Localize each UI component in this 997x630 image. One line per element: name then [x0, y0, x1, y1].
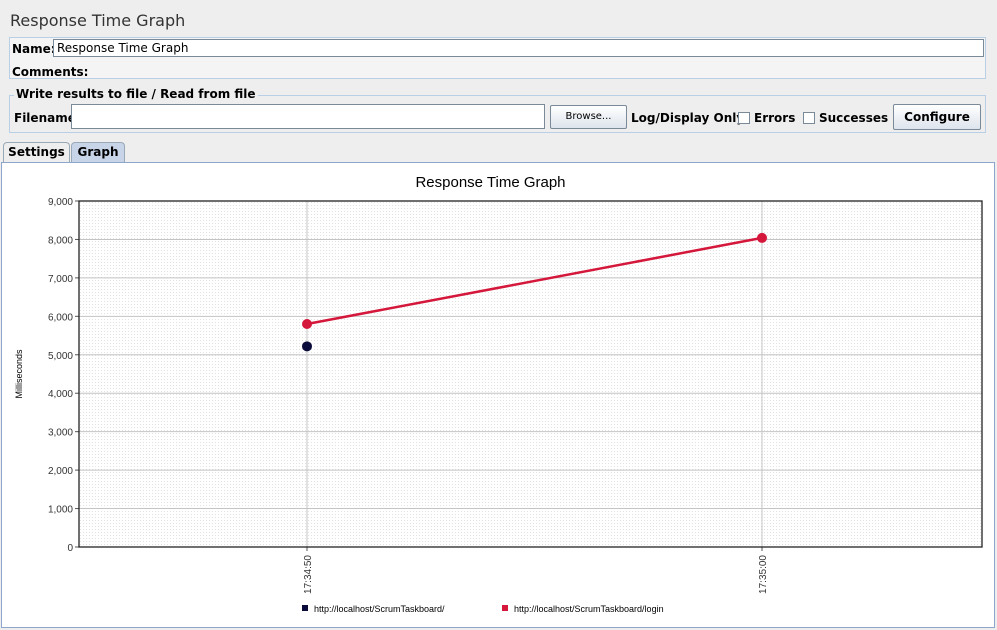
legend-label: http://localhost/ScrumTaskboard/ — [314, 604, 445, 614]
comments-field[interactable] — [80, 60, 985, 78]
y-tick-label: 7,000 — [48, 274, 73, 285]
y-tick-label: 8,000 — [48, 235, 73, 246]
x-tick-label: 17:35:00 — [758, 555, 769, 594]
legend-label: http://localhost/ScrumTaskboard/login — [514, 604, 664, 614]
successes-checkbox[interactable] — [803, 112, 815, 124]
chart-title: Response Time Graph — [415, 174, 565, 191]
successes-label: Successes — [819, 111, 889, 125]
legend-marker — [502, 605, 508, 611]
y-tick-label: 1,000 — [48, 505, 73, 516]
y-tick-label: 4,000 — [48, 389, 73, 400]
configure-button[interactable]: Configure — [893, 104, 981, 130]
x-tick-label: 17:34:50 — [303, 555, 314, 594]
name-comments-box: Name: Response Time Graph Comments: — [9, 37, 986, 79]
y-tick-label: 5,000 — [48, 351, 73, 362]
errors-checkbox[interactable] — [738, 112, 750, 124]
name-label: Name: — [12, 42, 56, 56]
y-tick-label: 3,000 — [48, 428, 73, 439]
page-title: Response Time Graph — [10, 11, 186, 30]
file-group-title: Write results to file / Read from file — [14, 87, 258, 101]
y-tick-label: 2,000 — [48, 466, 73, 477]
data-point — [757, 232, 767, 243]
errors-label: Errors — [754, 111, 796, 125]
filename-input[interactable] — [71, 104, 545, 129]
tab-graph[interactable]: Graph — [71, 142, 125, 162]
data-point — [302, 341, 312, 352]
plot-area — [79, 201, 982, 547]
legend-marker — [302, 605, 308, 611]
browse-button[interactable]: Browse... — [550, 105, 627, 129]
graph-panel: Response Time Graph 0 1,000 2,000 3,000 4,000… — [1, 162, 995, 628]
filename-label: Filename — [14, 111, 76, 125]
tab-settings[interactable]: Settings — [3, 142, 70, 162]
comments-label: Comments: — [12, 65, 89, 79]
y-tick-label: 6,000 — [48, 312, 73, 323]
y-tick-label: 9,000 — [48, 197, 73, 208]
log-display-label: Log/Display Only: — [631, 111, 749, 125]
response-time-chart: Response Time Graph 0 1,000 2,000 3,000 4,000… — [14, 174, 983, 614]
name-field[interactable]: Response Time Graph — [53, 39, 984, 57]
y-axis-label: Milliseconds — [14, 349, 24, 399]
data-point — [302, 319, 312, 330]
y-tick-label: 0 — [67, 543, 73, 554]
